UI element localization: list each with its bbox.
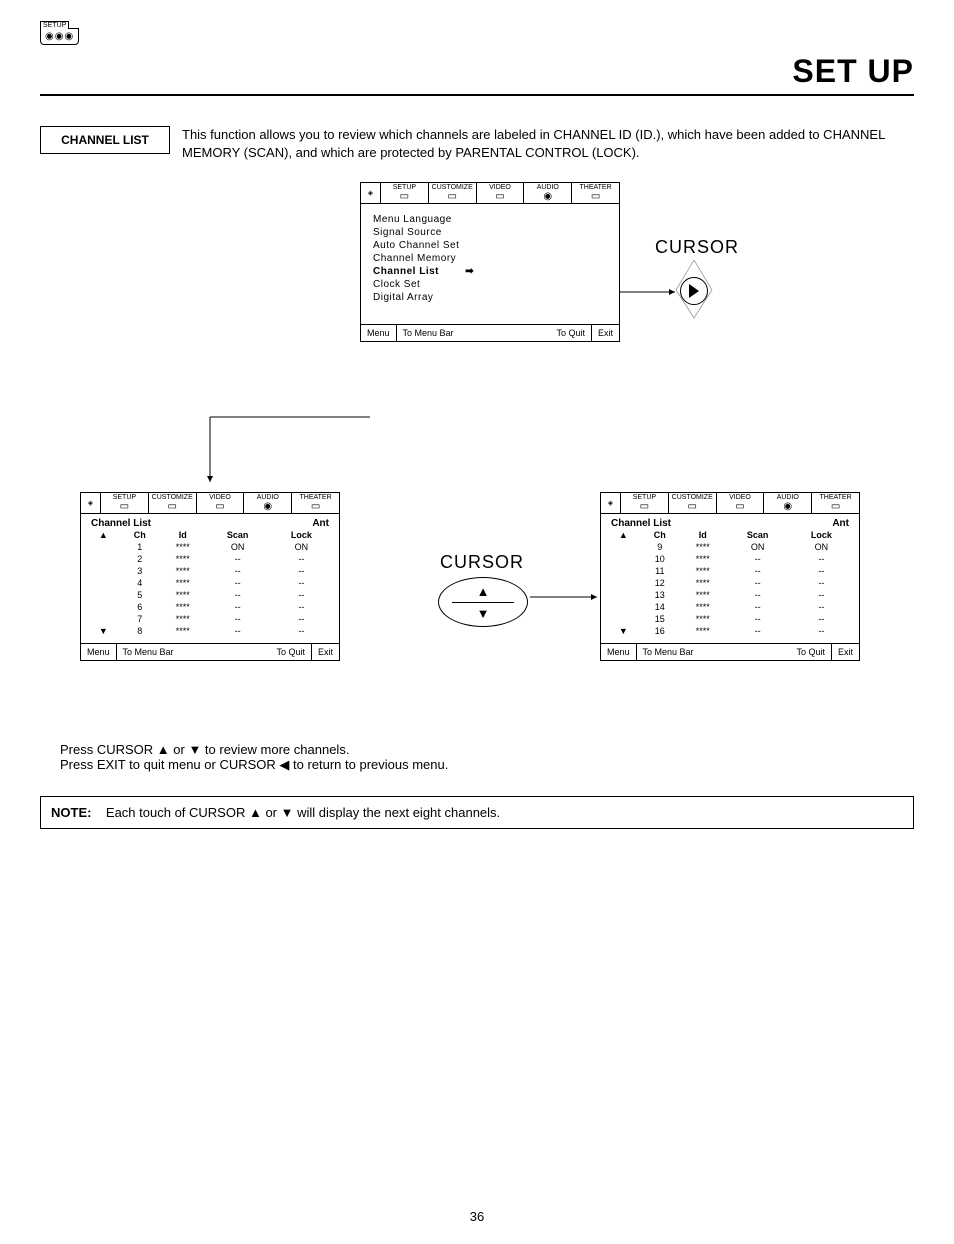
foot-mid: To Menu Bar xyxy=(636,644,791,660)
osd-channel-list-right: ◈ SETUP▭ CUSTOMIZE▭ VIDEO▭ AUDIO◉ THEATE… xyxy=(600,492,860,661)
foot-menu: Menu xyxy=(361,325,396,341)
menu-item: Auto Channel Set xyxy=(373,240,607,251)
foot-exit: Exit xyxy=(831,644,859,660)
tab-audio: AUDIO◉ xyxy=(244,493,292,513)
up-arrow-icon: ▲ xyxy=(607,529,640,541)
menu-item: Menu Language xyxy=(373,214,607,225)
tab-theater: THEATER▭ xyxy=(812,493,859,513)
instruction-line: Press CURSOR ▲ or ▼ to review more chann… xyxy=(60,742,448,757)
page-number: 36 xyxy=(40,1209,914,1224)
down-arrow-icon: ▼ xyxy=(607,625,640,637)
note-text: Each touch of CURSOR ▲ or ▼ will display… xyxy=(106,805,500,820)
tab-video: VIDEO▭ xyxy=(477,183,525,203)
joystick-icon: ◈ xyxy=(601,493,621,513)
osd-main-menu: ◈ SETUP▭ CUSTOMIZE▭ VIDEO▭ AUDIO◉ THEATE… xyxy=(360,182,620,342)
page-title: SET UP xyxy=(792,53,914,90)
foot-quit: To Quit xyxy=(550,325,591,341)
up-arrow-icon: ▲ xyxy=(87,529,120,541)
setup-badge: SETUP ◉◉◉ xyxy=(40,28,79,45)
foot-menu: Menu xyxy=(601,644,636,660)
tab-setup: SETUP▭ xyxy=(621,493,669,513)
channel-table-left: ▲ ChId ScanLock 1****ONON 2****---- 3***… xyxy=(87,529,333,637)
foot-mid: To Menu Bar xyxy=(396,325,551,341)
table-row: 9****ONON xyxy=(607,541,853,553)
menu-item: Digital Array xyxy=(373,292,607,303)
menu-item: Signal Source xyxy=(373,227,607,238)
foot-quit: To Quit xyxy=(790,644,831,660)
table-row: 7****---- xyxy=(87,613,333,625)
down-arrow-icon: ▼ xyxy=(87,625,120,637)
instruction-line: Press EXIT to quit menu or CURSOR ◀ to r… xyxy=(60,757,448,773)
cursor-label-mid: CURSOR xyxy=(440,552,524,573)
menu-item: Clock Set xyxy=(373,279,607,290)
setup-badge-tab: SETUP xyxy=(40,21,69,29)
tab-customize: CUSTOMIZE▭ xyxy=(149,493,197,513)
section-text: This function allows you to review which… xyxy=(182,126,914,162)
tab-theater: THEATER▭ xyxy=(572,183,619,203)
table-row: 6****---- xyxy=(87,601,333,613)
table-row: 3****---- xyxy=(87,565,333,577)
cursor-label-top: CURSOR xyxy=(655,237,739,258)
joystick-icon: ◈ xyxy=(81,493,101,513)
list-source: Ant xyxy=(832,518,849,529)
table-row: 2****---- xyxy=(87,553,333,565)
foot-exit: Exit xyxy=(591,325,619,341)
tab-theater: THEATER▭ xyxy=(292,493,339,513)
tab-setup: SETUP▭ xyxy=(101,493,149,513)
joystick-icon: ◈ xyxy=(361,183,381,203)
foot-menu: Menu xyxy=(81,644,116,660)
table-row: 12****---- xyxy=(607,577,853,589)
tab-audio: AUDIO◉ xyxy=(524,183,572,203)
list-title: Channel List xyxy=(611,518,671,529)
table-row: 10****---- xyxy=(607,553,853,565)
tab-setup: SETUP▭ xyxy=(381,183,429,203)
table-row: 15****---- xyxy=(607,613,853,625)
table-row: 14****---- xyxy=(607,601,853,613)
list-source: Ant xyxy=(312,518,329,529)
osd-channel-list-left: ◈ SETUP▭ CUSTOMIZE▭ VIDEO▭ AUDIO◉ THEATE… xyxy=(80,492,340,661)
cursor-updown-icon: ▲ ▼ xyxy=(438,577,528,627)
table-row: 4****---- xyxy=(87,577,333,589)
note-label: NOTE: xyxy=(51,805,91,820)
foot-mid: To Menu Bar xyxy=(116,644,271,660)
table-row: ▼8****---- xyxy=(87,625,333,637)
channel-table-right: ▲ ChId ScanLock 9****ONON 10****---- 11*… xyxy=(607,529,853,637)
table-row: 5****---- xyxy=(87,589,333,601)
foot-quit: To Quit xyxy=(270,644,311,660)
table-row: ▼16****---- xyxy=(607,625,853,637)
section-label: CHANNEL LIST xyxy=(40,126,170,154)
setup-badge-dots: ◉◉◉ xyxy=(45,31,74,42)
tab-customize: CUSTOMIZE▭ xyxy=(669,493,717,513)
table-row: 1****ONON xyxy=(87,541,333,553)
tab-video: VIDEO▭ xyxy=(197,493,245,513)
menu-item-selected: Channel List ➡ xyxy=(373,266,607,277)
osd-main-body: Menu Language Signal Source Auto Channel… xyxy=(361,204,619,324)
foot-exit: Exit xyxy=(311,644,339,660)
tab-video: VIDEO▭ xyxy=(717,493,765,513)
table-row: 13****---- xyxy=(607,589,853,601)
table-row: 11****---- xyxy=(607,565,853,577)
list-title: Channel List xyxy=(91,518,151,529)
tab-customize: CUSTOMIZE▭ xyxy=(429,183,477,203)
note-box: NOTE: Each touch of CURSOR ▲ or ▼ will d… xyxy=(40,796,914,829)
menu-item: Channel Memory xyxy=(373,253,607,264)
tab-audio: AUDIO◉ xyxy=(764,493,812,513)
